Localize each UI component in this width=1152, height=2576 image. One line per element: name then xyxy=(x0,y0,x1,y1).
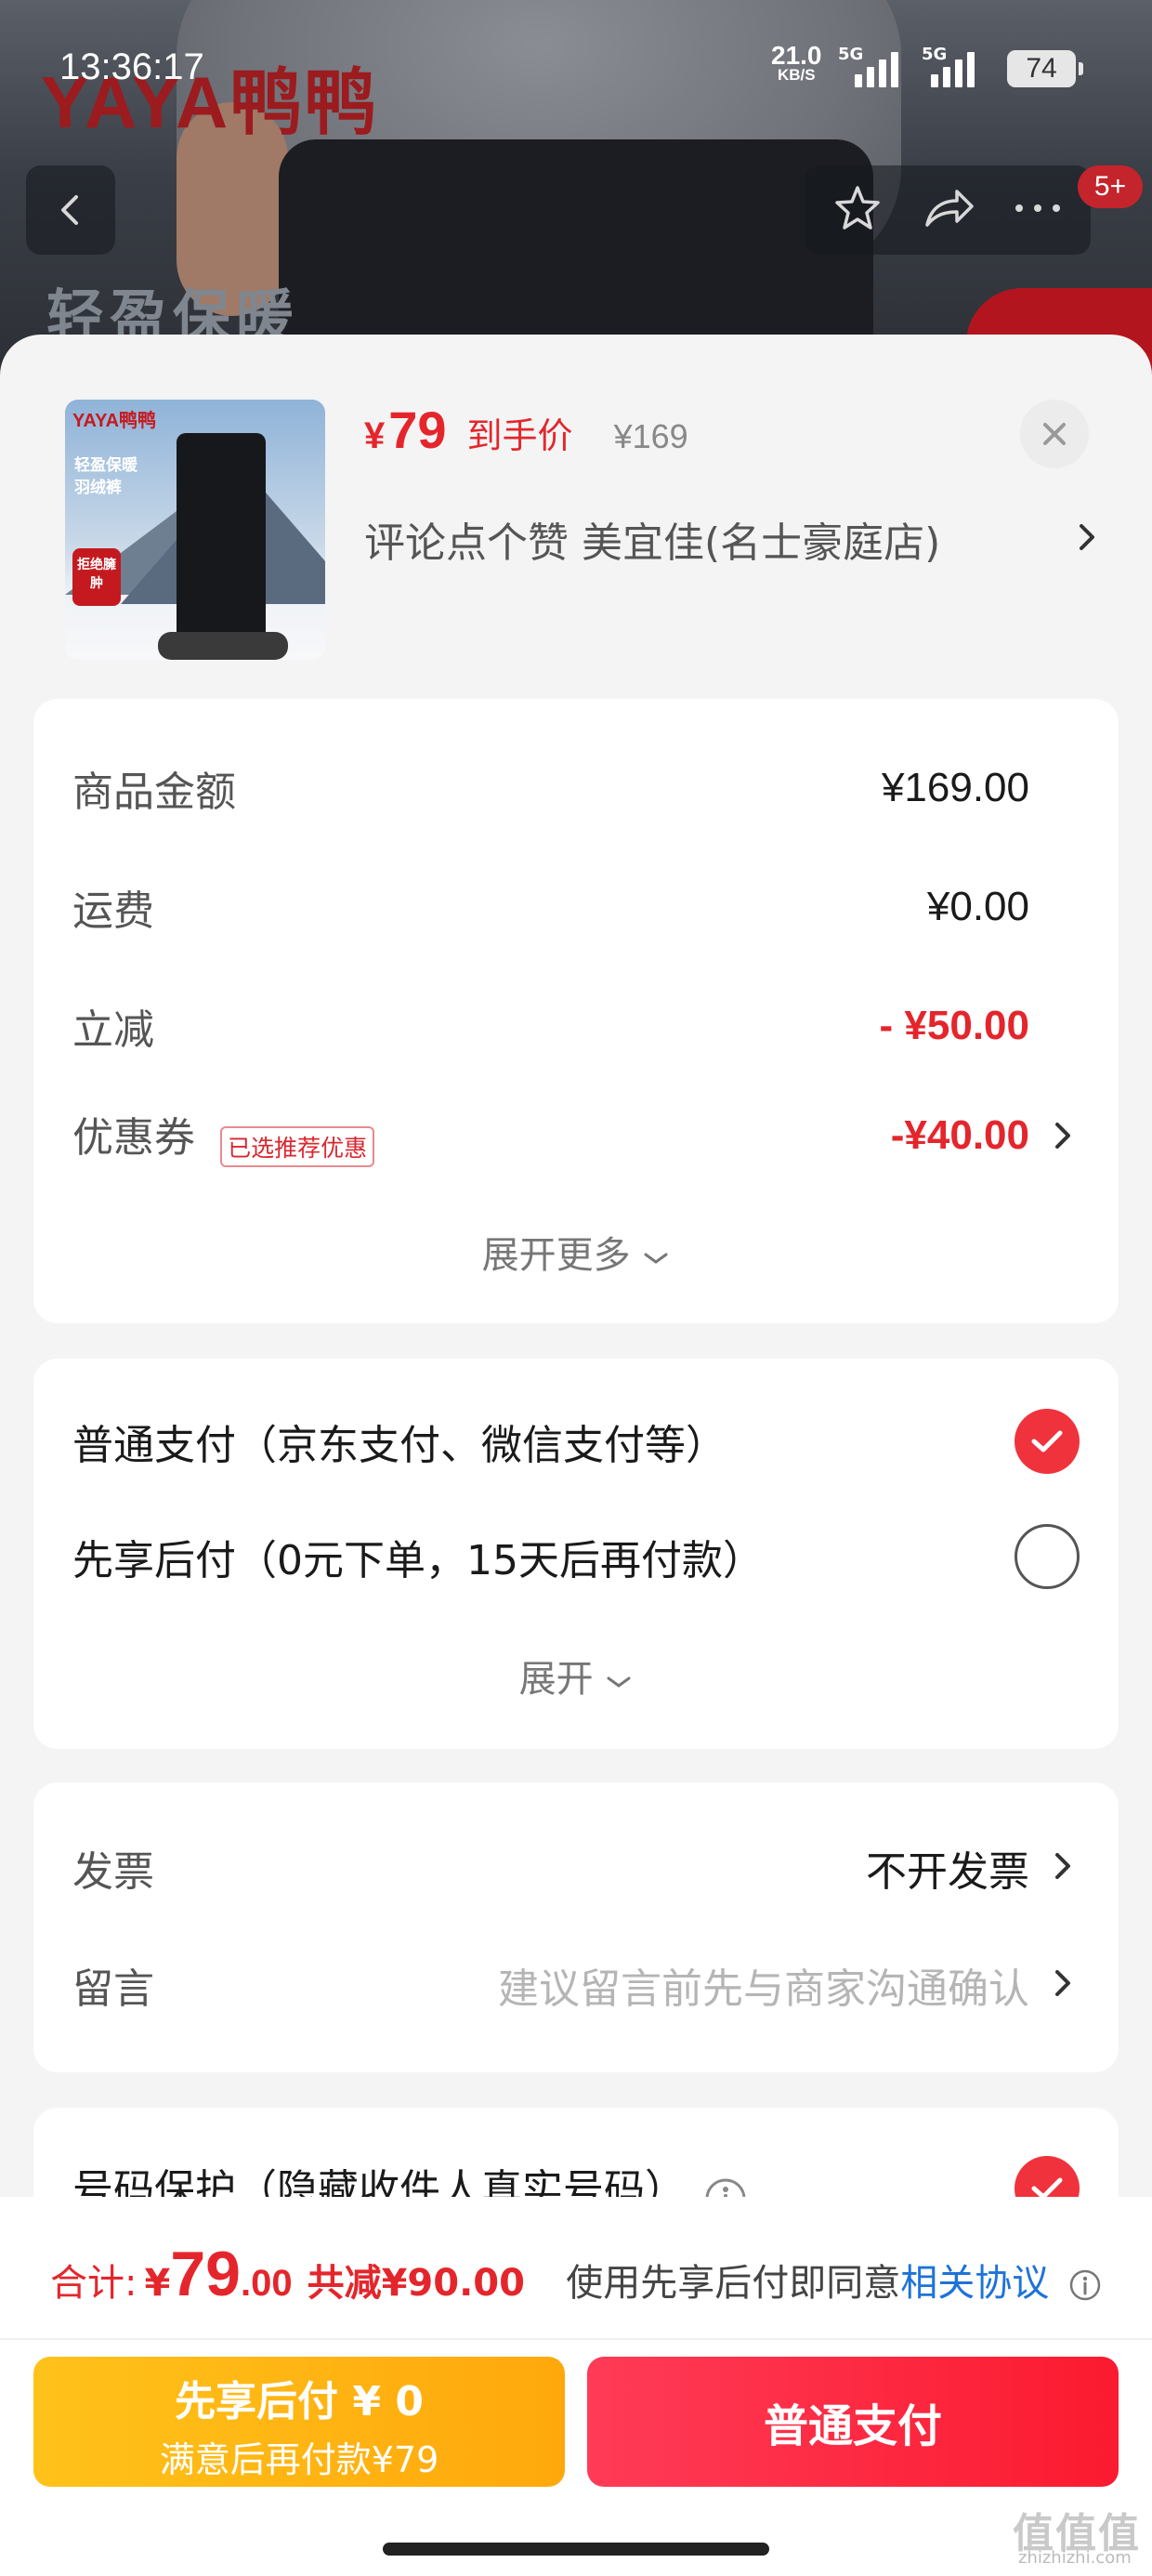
instant-discount-label: 立减 xyxy=(72,1006,154,1054)
chevron-left-icon xyxy=(61,195,78,225)
shop-link[interactable]: 评论点个赞 美宜佳(名士豪庭店) xyxy=(364,511,1098,567)
note-placeholder: 建议留言前先与商家沟通确认 xyxy=(498,1965,1029,2013)
watermark-url: zhizhizhi.com xyxy=(1018,2548,1132,2568)
final-price-label: 到手价 xyxy=(466,415,573,456)
signal-label: 5G xyxy=(838,45,864,64)
favorite-button[interactable] xyxy=(831,182,884,238)
status-time: 13:36:17 xyxy=(59,46,204,87)
original-price: ¥169 xyxy=(613,417,688,455)
total-saved: 共减¥90.00 xyxy=(307,2262,525,2305)
radio-unselected[interactable] xyxy=(1015,1524,1080,1589)
thumb-line2: 羽绒裤 xyxy=(74,479,122,497)
network-speed: 21.0 KB/S xyxy=(771,43,822,84)
signal-label: 5G xyxy=(922,45,948,64)
expand-payment-label: 展开 xyxy=(518,1658,594,1701)
battery-icon: 74 xyxy=(1007,50,1083,87)
home-indicator[interactable] xyxy=(383,2543,769,2556)
agreement-prefix: 使用先享后付即同意 xyxy=(566,2262,901,2305)
check-icon xyxy=(1031,1430,1063,1452)
radio-selected[interactable] xyxy=(1015,1409,1080,1474)
chevron-right-icon xyxy=(1080,524,1094,550)
thumb-badge: 拒绝臃肿 xyxy=(72,548,121,606)
agreement-link[interactable]: 相关协议 xyxy=(900,2262,1049,2305)
instant-discount-value: - ¥50.00 xyxy=(879,1003,1029,1048)
close-icon xyxy=(1043,423,1066,445)
shipping-row: 运费 ¥0.00 xyxy=(72,879,1029,935)
total-amount-integer: 79 xyxy=(170,2239,241,2309)
coupon-tag: 已选推荐优惠 xyxy=(220,1126,375,1168)
coupon-row[interactable]: 优惠券 已选推荐优惠 -¥40.00 xyxy=(72,1108,1029,1168)
shop-name: 评论点个赞 美宜佳(名士豪庭店) xyxy=(364,519,941,567)
total-currency: ¥ xyxy=(144,2262,171,2305)
price-row: ¥79 到手价 ¥169 xyxy=(364,400,688,460)
shipping-value: ¥0.00 xyxy=(926,884,1029,929)
message-count-badge: 5+ xyxy=(1078,165,1143,208)
chevron-down-icon xyxy=(607,1676,631,1688)
expand-more-button[interactable]: 展开更多 xyxy=(33,1225,1119,1279)
thumb-brand: YAYA鸭鸭 xyxy=(72,411,157,431)
normal-pay-button[interactable]: 普通支付 xyxy=(587,2357,1119,2487)
product-thumbnail[interactable]: YAYA鸭鸭 轻盈保暖 羽绒裤 拒绝臃肿 xyxy=(65,400,325,660)
coupon-value: -¥40.00 xyxy=(890,1112,1029,1158)
thumb-line1: 轻盈保暖 xyxy=(74,456,137,475)
total-label: 合计: xyxy=(50,2262,137,2305)
instant-discount-row: 立减 - ¥50.00 xyxy=(72,998,1029,1054)
checkout-footer: 合计: ¥ 79 .00 共减¥90.00 使用先享后付即同意相关协议 先享后付… xyxy=(0,2197,1152,2576)
info-icon[interactable] xyxy=(1068,2268,1102,2302)
payment-option-paylater-label: 先享后付（0元下单，15天后再付款） xyxy=(72,1537,764,1584)
chevron-down-icon xyxy=(644,1253,668,1264)
chevron-right-icon xyxy=(1055,1123,1070,1149)
cost-breakdown-card: 商品金额 ¥169.00 运费 ¥0.00 立减 - ¥50.00 优惠券 已选… xyxy=(33,699,1119,1323)
product-summary: YAYA鸭鸭 轻盈保暖 羽绒裤 拒绝臃肿 ¥79 到手价 ¥169 评论点个赞 … xyxy=(0,335,1152,688)
invoice-label: 发票 xyxy=(72,1848,154,1896)
network-speed-unit: KB/S xyxy=(777,66,816,84)
share-button[interactable] xyxy=(920,182,975,238)
goods-amount-row: 商品金额 ¥169.00 xyxy=(72,760,1029,816)
payment-method-card: 普通支付（京东支付、微信支付等） 先享后付（0元下单，15天后再付款） 展开 xyxy=(33,1359,1119,1749)
extras-card: 发票 不开发票 留言 建议留言前先与商家沟通确认 xyxy=(33,1782,1119,2072)
final-price: ¥79 xyxy=(364,401,447,459)
pay-later-title: 先享后付 ¥ 0 xyxy=(175,2378,424,2425)
payment-option-normal[interactable]: 普通支付（京东支付、微信支付等） xyxy=(72,1409,1080,1474)
coupon-label-group: 优惠券 已选推荐优惠 xyxy=(72,1104,375,1168)
total-amount-decimal: .00 xyxy=(240,2263,293,2304)
expand-payment-button[interactable]: 展开 xyxy=(33,1649,1119,1702)
expand-more-label: 展开更多 xyxy=(481,1234,631,1277)
coupon-label: 优惠券 xyxy=(72,1113,195,1162)
signal-icon: 5G xyxy=(922,45,975,87)
top-action-group xyxy=(805,165,1091,255)
more-icon xyxy=(1015,204,1060,212)
close-button[interactable] xyxy=(1020,400,1089,468)
goods-amount-label: 商品金额 xyxy=(72,769,236,816)
agreement-text: 使用先享后付即同意相关协议 xyxy=(566,2253,1102,2307)
payment-option-normal-label: 普通支付（京东支付、微信支付等） xyxy=(72,1422,727,1469)
pay-later-button[interactable]: 先享后付 ¥ 0 满意后再付款¥79 xyxy=(33,2357,565,2487)
more-button[interactable] xyxy=(1012,199,1064,221)
share-icon xyxy=(925,190,974,227)
shipping-label: 运费 xyxy=(72,887,154,935)
footer-divider xyxy=(0,2338,1152,2340)
invoice-value: 不开发票 xyxy=(866,1848,1029,1896)
note-row[interactable]: 留言 建议留言前先与商家沟通确认 xyxy=(72,1957,1029,2013)
note-label: 留言 xyxy=(72,1965,154,2013)
payment-option-paylater[interactable]: 先享后付（0元下单，15天后再付款） xyxy=(72,1524,1080,1589)
goods-amount-value: ¥169.00 xyxy=(881,765,1029,810)
total-row: 合计: ¥ 79 .00 共减¥90.00 使用先享后付即同意相关协议 xyxy=(50,2238,1102,2309)
signal-icon: 5G xyxy=(838,45,898,87)
pants-image xyxy=(177,433,266,647)
invoice-row[interactable]: 发票 不开发票 xyxy=(72,1840,1029,1896)
back-button[interactable] xyxy=(26,165,115,255)
status-bar: 13:36:17 21.0 KB/S 5G 5G 74 xyxy=(0,41,1152,97)
chevron-right-icon xyxy=(1055,1970,1070,1996)
pay-later-subtitle: 满意后再付款¥79 xyxy=(159,2439,439,2480)
chevron-right-icon xyxy=(1055,1853,1070,1879)
star-icon xyxy=(835,186,881,230)
